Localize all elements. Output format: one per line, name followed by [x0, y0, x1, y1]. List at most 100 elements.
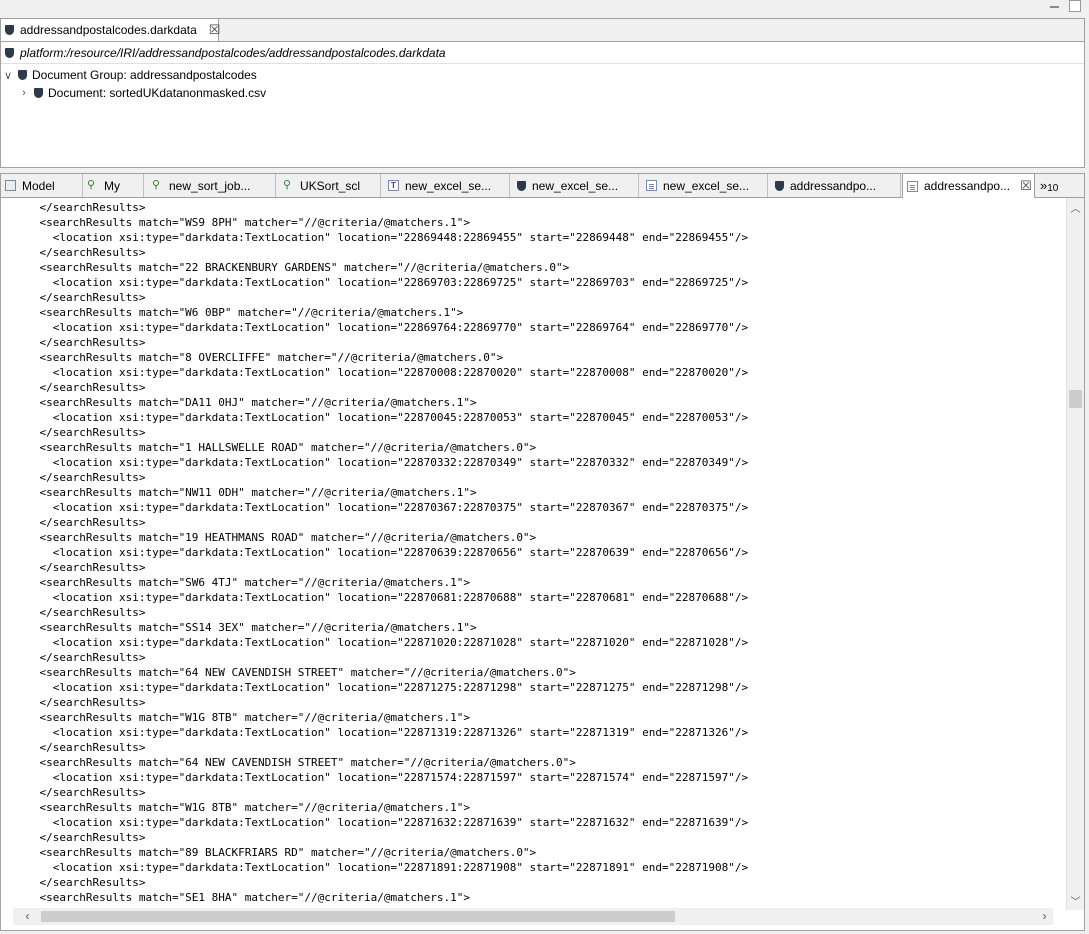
- code-line: <location xsi:type="darkdata:TextLocatio…: [13, 456, 749, 469]
- chevron-down-icon[interactable]: ∨: [3, 69, 13, 82]
- horizontal-scrollbar[interactable]: ‹ ›: [13, 908, 1053, 925]
- code-line: <searchResults match="64 NEW CAVENDISH S…: [13, 666, 576, 679]
- code-line: <location xsi:type="darkdata:TextLocatio…: [13, 771, 749, 784]
- code-line: </searchResults>: [13, 561, 146, 574]
- tab-new-excel-se-2[interactable]: new_excel_se...: [513, 174, 639, 197]
- tab-label: addressandpo...: [924, 179, 1011, 193]
- code-line: <searchResults match="W6 0BP" matcher="/…: [13, 306, 464, 319]
- code-line: <searchResults match="89 BLACKFRIARS RD"…: [13, 846, 537, 859]
- tab-addressandpostalcodes-darkdata[interactable]: addressandpostalcodes.darkdata ☒: [1, 19, 221, 41]
- code-line: <location xsi:type="darkdata:TextLocatio…: [13, 321, 749, 334]
- tab-addressandpo-1[interactable]: addressandpo...: [771, 174, 901, 197]
- code-line: </searchResults>: [13, 831, 146, 844]
- code-line: <location xsi:type="darkdata:TextLocatio…: [13, 411, 749, 424]
- tab-new-excel-se-1[interactable]: T new_excel_se...: [384, 174, 510, 197]
- code-line: <searchResults match="DA11 0HJ" matcher=…: [13, 396, 477, 409]
- overflow-count: 10: [1047, 183, 1059, 194]
- code-line: </searchResults>: [13, 786, 146, 799]
- tree-item-document[interactable]: › Document: sortedUKdatanonmasked.csv: [19, 84, 266, 102]
- tab-label: new_excel_se...: [663, 178, 750, 193]
- code-line: <searchResults match="8 OVERCLIFFE" matc…: [13, 351, 504, 364]
- vertical-scroll-thumb[interactable]: [1069, 390, 1082, 408]
- tab-model[interactable]: Model: [1, 174, 83, 197]
- scroll-right-arrow-icon[interactable]: ›: [1036, 909, 1053, 923]
- code-line: <location xsi:type="darkdata:TextLocatio…: [13, 546, 749, 559]
- code-line: <searchResults match="NW11 0DH" matcher=…: [13, 486, 477, 499]
- document-icon: [646, 180, 657, 191]
- code-line: </searchResults>: [13, 471, 146, 484]
- tab-label: addressandpo...: [790, 178, 877, 193]
- tree-item-document-group[interactable]: ∨ Document Group: addressandpostalcodes: [3, 66, 257, 84]
- code-line: </searchResults>: [13, 741, 146, 754]
- code-line: <searchResults match="19 HEATHMANS ROAD"…: [13, 531, 537, 544]
- code-line: <location xsi:type="darkdata:TextLocatio…: [13, 636, 749, 649]
- document-icon: [907, 180, 918, 192]
- tab-label: My: [104, 178, 120, 193]
- code-line: </searchResults>: [13, 291, 146, 304]
- code-line: <searchResults match="W1G 8TB" matcher="…: [13, 801, 470, 814]
- code-line: </searchResults>: [13, 336, 146, 349]
- code-line: </searchResults>: [13, 696, 146, 709]
- darkdata-icon: [5, 25, 14, 35]
- model-icon: [5, 180, 16, 191]
- tab-my[interactable]: ⚲ My: [83, 174, 144, 197]
- tab-label: new_sort_job...: [169, 178, 251, 193]
- xml-code-area[interactable]: </searchResults> <searchResults match="W…: [13, 200, 1053, 908]
- editor-tabbar: Model ⚲ My ⚲ new_sort_job... ⚲ UKSort_sc…: [1, 174, 1084, 198]
- tab-label: new_excel_se...: [532, 178, 619, 193]
- darkdata-icon: [34, 88, 43, 98]
- code-line: <searchResults match="SE1 8HA" matcher="…: [13, 891, 470, 904]
- scroll-up-arrow-icon[interactable]: ︿: [1067, 200, 1084, 215]
- code-line: <location xsi:type="darkdata:TextLocatio…: [13, 591, 749, 604]
- code-line: <location xsi:type="darkdata:TextLocatio…: [13, 861, 749, 874]
- code-line: <location xsi:type="darkdata:TextLocatio…: [13, 231, 749, 244]
- resource-icon: [5, 47, 14, 58]
- code-line: </searchResults>: [13, 201, 146, 214]
- tree-item-label: Document Group: addressandpostalcodes: [32, 68, 257, 82]
- code-line: <searchResults match="64 NEW CAVENDISH S…: [13, 756, 576, 769]
- tab-uksort-scl[interactable]: ⚲ UKSort_scl: [279, 174, 381, 197]
- tab-label: new_excel_se...: [405, 178, 492, 193]
- close-icon[interactable]: ☒: [1020, 178, 1032, 194]
- resource-path-row[interactable]: platform:/resource/IRI/addressandpostalc…: [1, 42, 1084, 64]
- tab-new-sort-job[interactable]: ⚲ new_sort_job...: [148, 174, 276, 197]
- code-line: <location xsi:type="darkdata:TextLocatio…: [13, 816, 749, 829]
- minimize-button[interactable]: [1050, 5, 1059, 8]
- chevron-right-icon[interactable]: ›: [19, 87, 29, 99]
- darkdata-icon: [775, 180, 784, 191]
- code-line: </searchResults>: [13, 246, 146, 259]
- window-controls: [1050, 0, 1081, 14]
- code-line: <searchResults match="W1G 8TB" matcher="…: [13, 711, 470, 724]
- chevron-double-right-icon: »: [1040, 178, 1048, 193]
- code-line: </searchResults>: [13, 516, 146, 529]
- code-line: <location xsi:type="darkdata:TextLocatio…: [13, 681, 749, 694]
- code-line: <location xsi:type="darkdata:TextLocatio…: [13, 501, 749, 514]
- text-file-icon: T: [388, 180, 399, 191]
- code-line: </searchResults>: [13, 606, 146, 619]
- code-line: </searchResults>: [13, 876, 146, 889]
- code-line: <searchResults match="22 BRACKENBURY GAR…: [13, 261, 570, 274]
- code-line: </searchResults>: [13, 651, 146, 664]
- tab-addressandpo-2[interactable]: addressandpo... ☒: [902, 174, 1035, 198]
- code-line: <location xsi:type="darkdata:TextLocatio…: [13, 276, 749, 289]
- code-line: </searchResults>: [13, 426, 146, 439]
- tab-new-excel-se-3[interactable]: new_excel_se...: [642, 174, 768, 197]
- code-line: <searchResults match="WS9 8PH" matcher="…: [13, 216, 470, 229]
- top-editor-tabbar: addressandpostalcodes.darkdata ☒: [1, 19, 1084, 42]
- close-icon[interactable]: ☒: [209, 22, 221, 38]
- tree-icon: ⚲: [152, 179, 161, 191]
- tab-label: UKSort_scl: [300, 178, 361, 193]
- scroll-down-arrow-icon[interactable]: ﹀: [1067, 893, 1084, 908]
- vertical-scrollbar[interactable]: ︿ ﹀: [1066, 198, 1084, 910]
- tab-label: Model: [22, 178, 55, 193]
- maximize-button[interactable]: [1069, 0, 1081, 12]
- tree-icon: ⚲: [87, 179, 96, 191]
- tab-overflow-button[interactable]: » 10: [1037, 174, 1058, 197]
- resource-path: platform:/resource/IRI/addressandpostalc…: [20, 45, 446, 60]
- tab-label: addressandpostalcodes.darkdata: [20, 23, 197, 37]
- tree-item-label: Document: sortedUKdatanonmasked.csv: [48, 86, 267, 100]
- darkdata-icon: [18, 70, 27, 80]
- horizontal-scroll-thumb[interactable]: [41, 911, 675, 922]
- tree-icon: ⚲: [283, 179, 292, 191]
- scroll-left-arrow-icon[interactable]: ‹: [19, 909, 36, 923]
